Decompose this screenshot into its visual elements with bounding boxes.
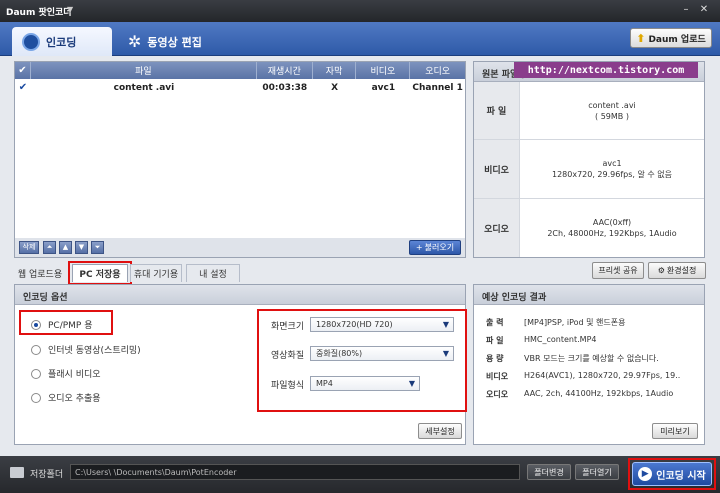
highlight-box (19, 310, 113, 335)
minimize-icon[interactable]: – (680, 4, 692, 16)
move-up-icon[interactable]: ▲ (59, 241, 72, 254)
tab-web-upload[interactable]: 웹 업로드용 (14, 264, 66, 282)
env-settings-label: 환경설정 (666, 266, 697, 275)
daum-upload-button[interactable]: ⬆ Daum 업로드 (630, 28, 712, 48)
add-file-label: 불러오기 (424, 243, 455, 252)
col-audio[interactable]: 오디오 (410, 62, 465, 79)
chevron-down-icon: ▼ (442, 349, 449, 358)
origin-audio-value: AAC(0xff) 2Ch, 48000Hz, 192Kbps, 1Audio (520, 199, 704, 257)
play-icon: ▶ (638, 467, 653, 481)
origin-audio-label: 오디오 (474, 199, 520, 257)
watermark-url: http://nextcom.tistory.com (514, 62, 698, 78)
row-checkbox[interactable]: ✔ (15, 79, 31, 96)
origin-file-row: 파 일 content .avi ( 59MB ) (474, 82, 704, 140)
close-icon[interactable]: ✕ (698, 4, 710, 16)
encoding-options-panel: 인코딩 옵션 PC/PMP 용 인터넷 동영상(스트리밍) 플래시 비디오 오디… (14, 284, 467, 445)
tab-video-edit[interactable]: ✲ 동영상 편집 (118, 27, 218, 56)
result-row: 파 일 HMC_content.MP4 (486, 335, 597, 345)
quality-label: 영상화질 (271, 351, 305, 361)
col-file[interactable]: 파일 (31, 62, 257, 79)
format-select[interactable]: MP4 ▼ (310, 376, 420, 391)
row-video: avc1 (371, 82, 396, 93)
radio-streaming[interactable]: 인터넷 동영상(스트리밍) (31, 343, 141, 356)
col-subtitle[interactable]: 자막 (313, 62, 357, 79)
title-menu-caret-icon[interactable]: ▼ (67, 5, 73, 14)
bottom-bar: 저장폴더 C:\Users\ \Documents\Daum\PotEncode… (0, 456, 720, 493)
preview-button[interactable]: 미리보기 (652, 423, 698, 439)
encoding-icon (22, 32, 40, 51)
origin-file-label: 파 일 (474, 82, 520, 139)
tab-encoding[interactable]: 인코딩 (12, 27, 112, 56)
origin-audio-row: 오디오 AAC(0xff) 2Ch, 48000Hz, 192Kbps, 1Au… (474, 199, 704, 257)
origin-video-row: 비디오 avc1 1280x720, 29.96fps, 알 수 없음 (474, 140, 704, 199)
chevron-down-icon: ▼ (442, 320, 449, 329)
move-top-icon[interactable]: ⏶ (43, 241, 56, 254)
highlight-box (68, 261, 132, 285)
resolution-label: 화면크기 (271, 322, 305, 332)
format-label: 파일형식 (271, 381, 305, 391)
origin-video-value: avc1 1280x720, 29.96fps, 알 수 없음 (520, 140, 704, 198)
main-body: ✔ 파일 재생시간 자막 비디오 오디오 ✔ content .avi 00:0… (0, 56, 720, 456)
save-path-field[interactable]: C:\Users\ \Documents\Daum\PotEncoder (70, 464, 520, 480)
app-title: Daum 팟인코더 (6, 8, 72, 18)
row-duration: 00:03:38 (262, 82, 308, 93)
tab-my-settings[interactable]: 내 설정 (186, 264, 240, 282)
col-video[interactable]: 비디오 (356, 62, 411, 79)
encoding-options-title: 인코딩 옵션 (15, 285, 465, 305)
video-edit-icon: ✲ (128, 32, 142, 51)
env-settings-button[interactable]: ⚙ 환경설정 (648, 262, 706, 279)
result-row: 출 력 [MP4]PSP, iPod 및 핸드폰용 (486, 318, 626, 327)
file-list-header: ✔ 파일 재생시간 자막 비디오 오디오 (15, 62, 465, 79)
option-tabs: 웹 업로드용 PC 저장용 휴대 기기용 내 설정 프리셋 공유 ⚙ 환경설정 (14, 261, 714, 285)
gear-icon: ⚙ (657, 266, 665, 275)
radio-off-icon (31, 344, 41, 355)
start-encoding-button[interactable]: ▶ 인코딩 시작 (632, 462, 712, 486)
quality-select[interactable]: 중화질(80%) ▼ (310, 346, 454, 361)
radio-off-icon (31, 392, 41, 403)
title-bar: Daum 팟인코더 ▼ – ✕ (0, 0, 720, 22)
result-row: 오디오 AAC, 2ch, 44100Hz, 192kbps, 1Audio (486, 389, 674, 399)
tab-mobile[interactable]: 휴대 기기용 (130, 264, 182, 282)
radio-flash[interactable]: 플래시 비디오 (31, 367, 101, 380)
start-encoding-label: 인코딩 시작 (656, 470, 706, 482)
folder-icon (10, 467, 24, 478)
col-duration[interactable]: 재생시간 (257, 62, 313, 79)
radio-audio-extract[interactable]: 오디오 추출용 (31, 391, 101, 404)
change-folder-button[interactable]: 폴더변경 (527, 464, 571, 480)
table-row[interactable]: ✔ content .avi 00:03:38 X avc1 Channel 1 (15, 79, 465, 96)
daum-upload-label: Daum 업로드 (648, 34, 706, 45)
select-all-checkbox[interactable]: ✔ (15, 62, 31, 79)
origin-info-panel: 원본 파일정보 http://nextcom.tistory.com 파 일 c… (473, 61, 705, 258)
origin-file-value: content .avi ( 59MB ) (520, 82, 704, 139)
result-row: 용 량 VBR 모드는 크기를 예상할 수 없습니다. (486, 354, 659, 363)
resolution-select[interactable]: 1280x720(HD 720) ▼ (310, 317, 454, 332)
chevron-down-icon: ▼ (408, 379, 415, 388)
open-folder-button[interactable]: 폴더열기 (575, 464, 619, 480)
preset-share-button[interactable]: 프리셋 공유 (592, 262, 644, 279)
add-file-button[interactable]: + 불러오기 (409, 240, 461, 255)
origin-video-label: 비디오 (474, 140, 520, 198)
save-folder-label: 저장폴더 (30, 470, 64, 480)
upload-icon: ⬆ (636, 31, 646, 45)
move-down-icon[interactable]: ▼ (75, 241, 88, 254)
tab-video-edit-label: 동영상 편집 (147, 35, 202, 49)
row-audio: Channel 1 (412, 82, 463, 93)
row-file: content .avi (113, 82, 175, 93)
file-list: ✔ 파일 재생시간 자막 비디오 오디오 ✔ content .avi 00:0… (14, 61, 466, 258)
tab-encoding-label: 인코딩 (46, 35, 77, 49)
result-row: 비디오 H264(AVC1), 1280x720, 29.97Fps, 19.. (486, 371, 681, 381)
add-icon: + (415, 243, 423, 252)
move-bottom-icon[interactable]: ⏷ (91, 241, 104, 254)
file-list-toolbar: 삭제 ⏶ ▲ ▼ ⏷ + 불러오기 (14, 238, 466, 258)
radio-off-icon (31, 368, 41, 379)
origin-title: 원본 파일정보 http://nextcom.tistory.com (474, 62, 704, 82)
header-bar: 인코딩 ✲ 동영상 편집 ⬆ Daum 업로드 (0, 22, 720, 56)
app-window: Daum 팟인코더 ▼ – ✕ 인코딩 ✲ 동영상 편집 ⬆ Daum 업로드 … (0, 0, 720, 493)
expected-result-title: 예상 인코딩 결과 (474, 285, 704, 305)
expected-result-panel: 예상 인코딩 결과 출 력 [MP4]PSP, iPod 및 핸드폰용 파 일 … (473, 284, 705, 445)
row-subtitle: X (331, 82, 339, 93)
detail-settings-button[interactable]: 세부설정 (418, 423, 462, 439)
delete-button[interactable]: 삭제 (19, 241, 39, 254)
